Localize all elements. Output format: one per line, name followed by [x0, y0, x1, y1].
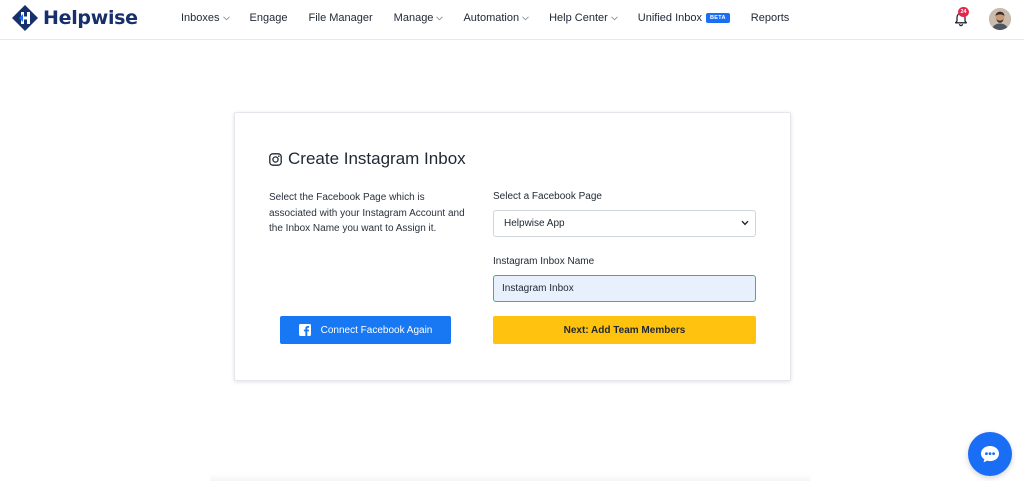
nav-item-label: File Manager — [308, 12, 373, 24]
facebook-icon — [298, 324, 311, 336]
nav-item-label: Manage — [393, 12, 434, 24]
nav-item-label: Automation — [463, 12, 520, 24]
nav-item-manage[interactable]: Manage — [394, 12, 444, 24]
nav-item-help-center[interactable]: Help Center — [549, 12, 618, 24]
connect-facebook-button[interactable]: Connect Facebook Again — [280, 316, 451, 344]
chevron-down-icon — [610, 15, 618, 20]
beta-badge: BETA — [706, 13, 730, 23]
inbox-name-input[interactable]: Instagram Inbox — [493, 275, 756, 302]
main-nav: Inboxes Engage File Manager Manage Autom… — [181, 12, 789, 24]
facebook-page-selected: Helpwise App — [504, 218, 565, 229]
connect-facebook-label: Connect Facebook Again — [320, 324, 433, 336]
helpwise-logo-icon — [12, 5, 38, 31]
card-title-text: Create Instagram Inbox — [288, 149, 466, 168]
chat-bubble-icon — [981, 446, 999, 463]
inbox-name-label: Instagram Inbox Name — [493, 256, 595, 267]
nav-item-label: Inboxes — [181, 12, 220, 24]
chevron-down-icon — [522, 15, 529, 20]
top-navigation-bar: Helpwise Inboxes Engage File Manager Man… — [0, 0, 1024, 40]
nav-item-engage[interactable]: Engage — [250, 12, 288, 24]
nav-item-reports[interactable]: Reports — [751, 12, 790, 24]
chevron-down-icon — [436, 15, 444, 20]
footer-shadow — [210, 474, 810, 481]
facebook-page-label: Select a Facebook Page — [493, 191, 602, 202]
next-button-label: Next: Add Team Members — [563, 324, 686, 336]
helpwise-logo[interactable]: Helpwise — [12, 5, 138, 31]
nav-item-automation[interactable]: Automation — [463, 12, 529, 24]
chevron-down-icon — [741, 220, 749, 226]
nav-item-inboxes[interactable]: Inboxes — [181, 12, 230, 24]
card-title: Create Instagram Inbox — [269, 149, 466, 169]
nav-item-label: Help Center — [549, 12, 608, 24]
nav-item-file-manager[interactable]: File Manager — [308, 12, 372, 24]
chat-widget-button[interactable] — [968, 432, 1012, 476]
card-description: Select the Facebook Page which is associ… — [269, 192, 465, 234]
facebook-page-select[interactable]: Helpwise App — [493, 210, 756, 237]
user-avatar[interactable] — [989, 8, 1011, 30]
nav-item-unified-inbox[interactable]: Unified Inbox BETA — [638, 12, 730, 24]
nav-item-label: Reports — [750, 12, 790, 24]
nav-item-label: Unified Inbox — [637, 12, 703, 24]
brand-name: Helpwise — [43, 7, 138, 29]
create-inbox-card: Create Instagram Inbox Select the Facebo… — [234, 112, 791, 381]
notification-count-badge: 24 — [958, 7, 969, 17]
inbox-name-value: Instagram Inbox — [502, 283, 574, 294]
avatar-image — [989, 8, 1011, 30]
chevron-down-icon — [222, 15, 230, 20]
instagram-icon — [269, 152, 282, 166]
next-add-team-members-button[interactable]: Next: Add Team Members — [493, 316, 756, 344]
nav-item-label: Engage — [249, 12, 288, 24]
